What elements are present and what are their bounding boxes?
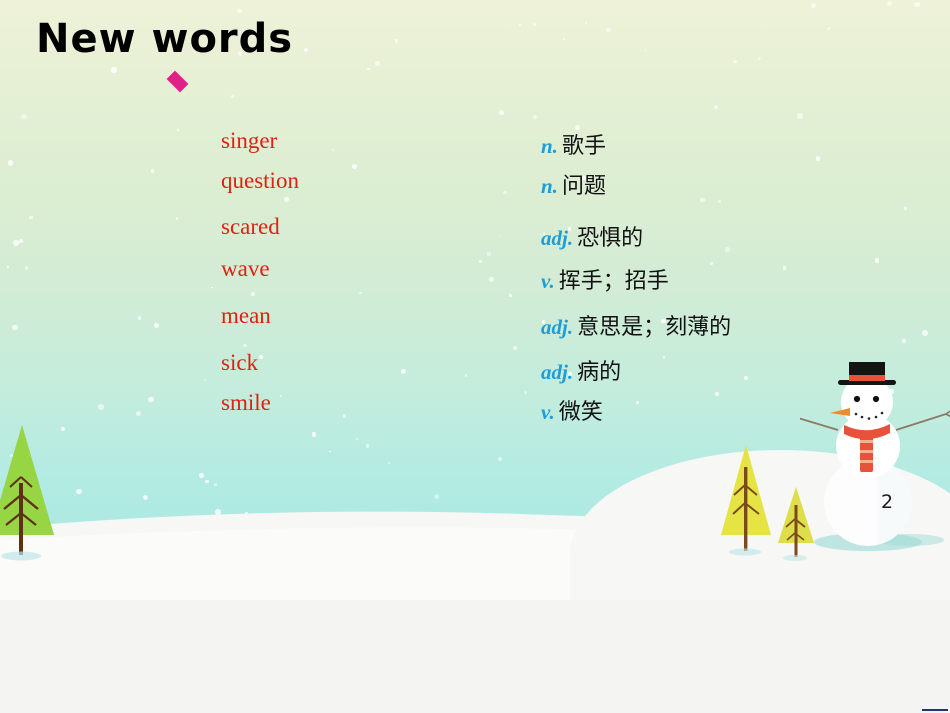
page-title: New words [36,16,294,62]
chinese-definition: 病的 [577,360,622,385]
word-definition: v. 挥手；招手 [541,263,669,295]
presentation-viewer: New words singer n. 歌手 question n. 问题 scar… [0,0,950,713]
chinese-definition: 意思是；刻薄的 [577,315,732,340]
word-definition: n. 问题 [541,168,606,200]
english-word: mean [221,303,271,328]
english-word: smile [221,390,271,415]
diamond-bullet-icon [166,70,189,93]
chinese-definition: 恐惧的 [577,226,644,251]
word-definition: adj. 恐惧的 [541,220,643,252]
part-of-speech: v. [541,269,555,293]
part-of-speech: v. [541,400,555,424]
vocabulary-row: question n. 问题 [0,168,950,208]
english-word: sick [221,350,259,375]
chinese-definition: 歌手 [561,134,606,159]
vocabulary-row: scared adj. 恐惧的 [0,208,950,253]
word-definition: adj. 病的 [541,354,621,386]
vocabulary-row: mean adj. 意思是；刻薄的 [0,299,950,346]
vocabulary-row: smile v. 微笑 [0,386,950,426]
part-of-speech: n. [541,174,558,198]
part-of-speech: adj. [541,315,574,339]
chinese-definition: 微笑 [558,400,603,425]
yellow-tree-large [715,445,775,557]
vocabulary-list: singer n. 歌手 question n. 问题 scared adj. 恐惧的… [0,128,950,426]
english-word: wave [221,256,270,281]
vocabulary-row: wave v. 挥手；招手 [0,253,950,299]
bottom-corner-mark [922,709,948,711]
vocabulary-row: sick adj. 病的 [0,346,950,386]
part-of-speech: adj. [541,360,574,384]
word-definition: n. 歌手 [541,128,606,160]
chinese-definition: 挥手；招手 [558,269,669,294]
slide-canvas: New words singer n. 歌手 question n. 问题 scar… [0,0,950,600]
part-of-speech: adj. [541,226,574,250]
vocabulary-row: singer n. 歌手 [0,128,950,168]
chinese-definition: 问题 [561,174,606,199]
part-of-speech: n. [541,134,558,158]
green-pine-tree-left [0,425,70,565]
word-definition: adj. 意思是；刻薄的 [541,309,731,341]
english-word: scared [221,214,280,239]
page-number: 2 [881,491,894,513]
english-word: singer [221,128,278,153]
english-word: question [221,168,299,193]
word-definition: v. 微笑 [541,394,603,426]
